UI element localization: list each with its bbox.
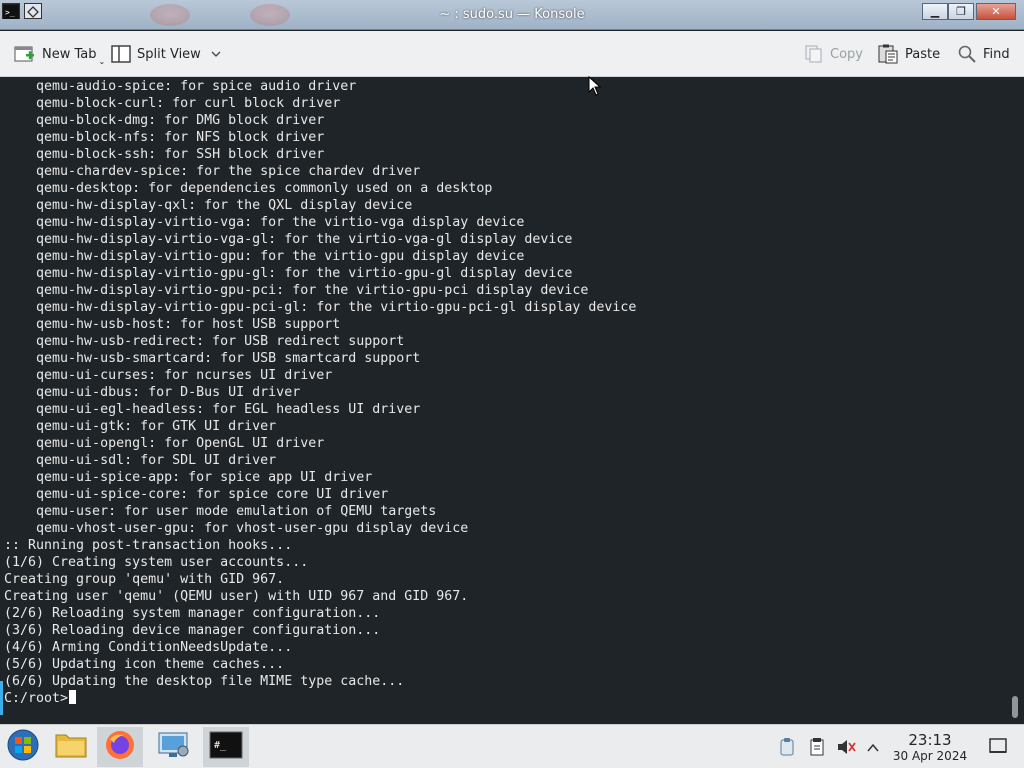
terminal-line: qemu-block-dmg: for DMG block driver (4, 113, 325, 128)
text-cursor (69, 690, 77, 704)
system-clock[interactable]: 23:13 30 Apr 2024 (890, 732, 970, 764)
file-manager-button[interactable] (48, 727, 94, 767)
terminal-line: qemu-ui-curses: for ncurses UI driver (4, 368, 333, 383)
terminal-line: qemu-hw-usb-redirect: for USB redirect s… (4, 334, 405, 349)
terminal-line: qemu-hw-display-virtio-gpu-gl: for the v… (4, 266, 573, 281)
paste-button[interactable]: Paste (877, 42, 940, 66)
terminal-line: qemu-ui-spice-app: for spice app UI driv… (4, 470, 373, 485)
terminal-line: qemu-hw-display-virtio-gpu-pci-gl: for t… (4, 300, 637, 315)
terminal-line: (6/6) Updating the desktop file MIME typ… (4, 674, 405, 689)
show-desktop-icon[interactable] (988, 737, 1008, 759)
terminal-line: qemu-ui-egl-headless: for EGL headless U… (4, 402, 421, 417)
terminal-line: qemu-ui-opengl: for OpenGL UI driver (4, 436, 325, 451)
terminal-line: qemu-block-curl: for curl block driver (4, 96, 341, 111)
terminal-line: qemu-vhost-user-gpu: for vhost-user-gpu … (4, 521, 469, 536)
paste-icon (877, 44, 899, 64)
copy-label: Copy (830, 46, 863, 62)
terminal-line: (4/6) Arming ConditionNeedsUpdate... (4, 640, 293, 655)
terminal-line: qemu-block-ssh: for SSH block driver (4, 147, 325, 162)
mouse-pointer-icon (588, 75, 602, 100)
split-view-label: Split View (137, 46, 201, 62)
firefox-icon (104, 729, 136, 765)
system-settings-button[interactable] (151, 727, 197, 767)
chevron-up-icon[interactable] (866, 739, 880, 758)
window-titlebar[interactable]: >_ ~ : sudo.su — Konsole ▁ ❐ ✕ (0, 0, 1024, 30)
copy-icon (804, 44, 824, 64)
window-title: ~ : sudo.su — Konsole (439, 7, 585, 22)
terminal-line: qemu-desktop: for dependencies commonly … (4, 181, 493, 196)
terminal-icon: #_ (209, 731, 243, 763)
settings-monitor-icon (157, 730, 191, 764)
terminal-line: qemu-ui-gtk: for GTK UI driver (4, 419, 277, 434)
terminal-line: qemu-chardev-spice: for the spice charde… (4, 164, 421, 179)
maximize-button[interactable]: ❐ (948, 3, 974, 20)
terminal-prompt-line[interactable]: C:/root> (4, 690, 636, 707)
svg-text:#_: #_ (214, 740, 227, 751)
close-button[interactable]: ✕ (976, 3, 1016, 20)
chevron-down-icon (211, 50, 221, 58)
terminal-line: qemu-hw-display-virtio-vga-gl: for the v… (4, 232, 573, 247)
find-label: Find (983, 46, 1010, 62)
terminal-line: qemu-hw-display-virtio-gpu-pci: for the … (4, 283, 589, 298)
new-tab-icon (14, 44, 36, 64)
start-menu-button[interactable] (0, 727, 46, 767)
terminal-line: qemu-ui-spice-core: for spice core UI dr… (4, 487, 389, 502)
terminal-line: (5/6) Updating icon theme caches... (4, 657, 285, 672)
konsole-taskbar-button[interactable]: #_ (203, 727, 249, 767)
terminal-line: qemu-audio-spice: for spice audio driver (4, 79, 357, 94)
terminal-line: qemu-hw-usb-host: for host USB support (4, 317, 341, 332)
line-marker (0, 681, 3, 698)
shell-prompt: C:/root> (4, 691, 69, 706)
copy-button[interactable]: Copy (804, 42, 863, 66)
terminal-line: qemu-hw-display-virtio-vga: for the virt… (4, 215, 525, 230)
folder-icon (55, 731, 87, 763)
new-tab-label: New Tab (42, 46, 97, 62)
line-marker (0, 698, 3, 715)
terminal-area[interactable]: qemu-audio-spice: for spice audio driver… (0, 78, 1024, 724)
terminal-scrollbar[interactable] (1012, 696, 1018, 718)
minimize-button[interactable]: ▁ (922, 3, 948, 20)
clock-time: 23:13 (908, 731, 952, 749)
terminal-line: qemu-block-nfs: for NFS block driver (4, 130, 325, 145)
split-view-icon (111, 45, 131, 63)
terminal-output: qemu-audio-spice: for spice audio driver… (4, 78, 636, 707)
chevron-down-icon: ⌄ (98, 56, 106, 66)
terminal-line: (2/6) Reloading system manager configura… (4, 606, 381, 621)
terminal-line: qemu-ui-sdl: for SDL UI driver (4, 453, 277, 468)
terminal-line: qemu-hw-display-virtio-gpu: for the virt… (4, 249, 525, 264)
terminal-line: qemu-hw-usb-smartcard: for USB smartcard… (4, 351, 421, 366)
terminal-line: (1/6) Creating system user accounts... (4, 555, 309, 570)
search-icon (957, 44, 977, 64)
taskbar: #_ 23:13 30 Apr 2024 (0, 724, 1024, 768)
new-tab-button[interactable]: New Tab ⌄ (14, 42, 105, 66)
start-orb-icon (6, 728, 40, 766)
terminal-line: (3/6) Reloading device manager configura… (4, 623, 381, 638)
terminal-line: Creating group 'qemu' with GID 967. (4, 572, 285, 587)
volume-muted-icon[interactable] (836, 737, 856, 761)
paste-label: Paste (905, 46, 941, 62)
terminal-line: qemu-hw-display-qxl: for the QXL display… (4, 198, 413, 213)
find-button[interactable]: Find (957, 42, 1010, 66)
terminal-line: Creating user 'qemu' (QEMU user) with UI… (4, 589, 469, 604)
terminal-line: qemu-ui-dbus: for D-Bus UI driver (4, 385, 301, 400)
clock-date: 30 Apr 2024 (892, 749, 968, 763)
terminal-line: :: Running post-transaction hooks... (4, 538, 293, 553)
klipper-clipboard-icon[interactable] (778, 737, 796, 761)
split-view-button[interactable]: Split View (111, 42, 221, 66)
firefox-button[interactable] (97, 727, 143, 767)
terminal-line: qemu-user: for user mode emulation of QE… (4, 504, 437, 519)
notes-icon[interactable] (808, 737, 826, 761)
konsole-toolbar: New Tab ⌄ Split View Copy Paste Find (0, 31, 1024, 77)
